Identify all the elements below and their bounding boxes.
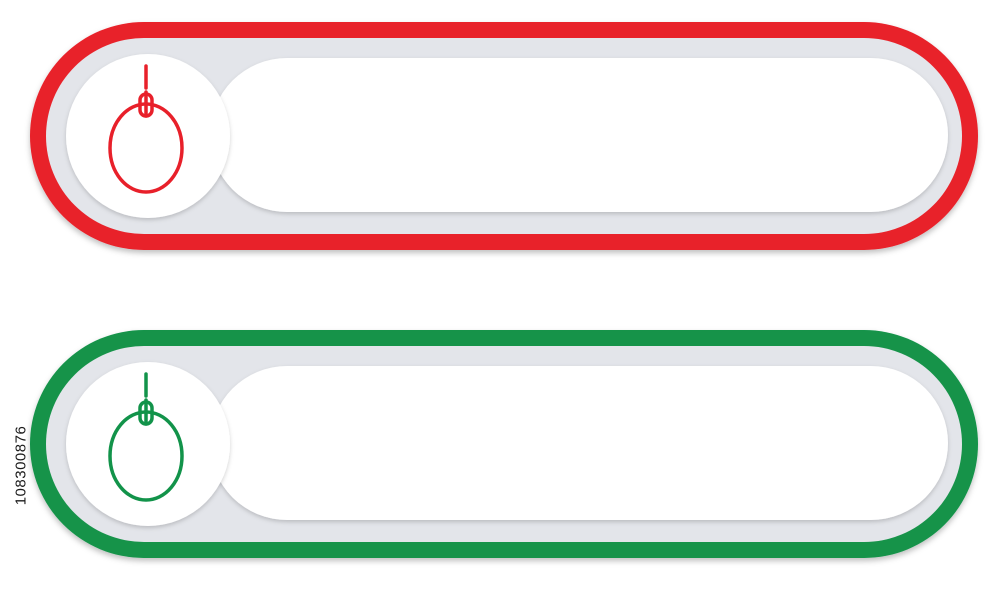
side-id-text: 108300876 (12, 425, 30, 505)
green-mouse-button[interactable] (30, 330, 978, 558)
red-mouse-button[interactable] (30, 22, 978, 250)
green-button-text-field[interactable] (210, 366, 948, 520)
side-id-label: 108300876 (12, 360, 30, 570)
red-button-text-field[interactable] (210, 58, 948, 212)
artboard (30, 22, 978, 558)
